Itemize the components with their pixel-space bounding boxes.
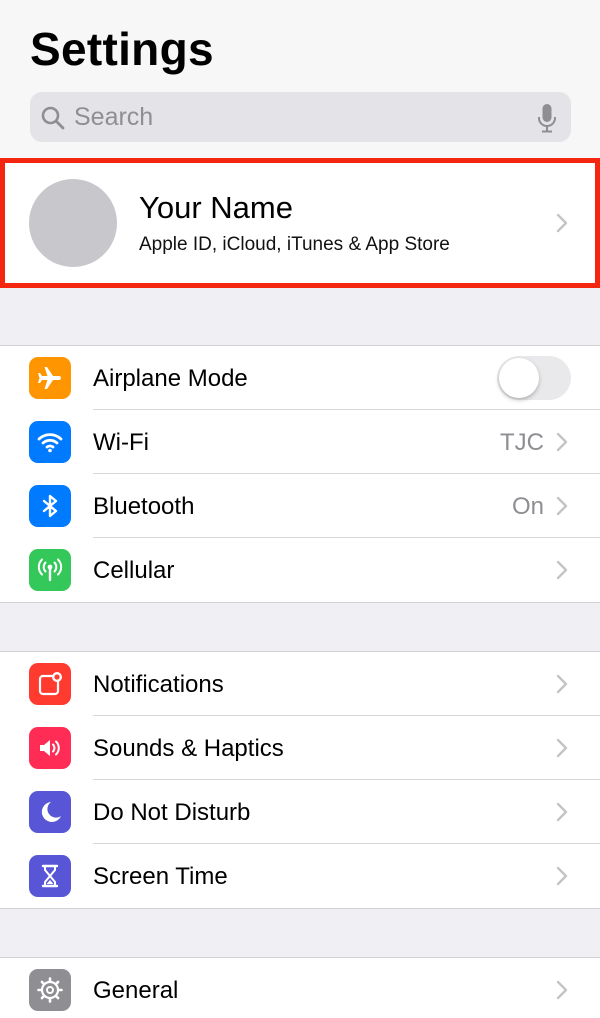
notifications-group: Notifications Sounds & Haptics Do Not Di… bbox=[0, 651, 600, 909]
hourglass-icon bbox=[29, 855, 71, 897]
connectivity-group: Airplane Mode Wi-Fi TJC Bluetooth On Cel… bbox=[0, 345, 600, 603]
microphone-icon[interactable] bbox=[537, 103, 557, 133]
airplane-icon bbox=[29, 357, 71, 399]
profile-subtitle: Apple ID, iCloud, iTunes & App Store bbox=[139, 234, 450, 255]
row-label: Airplane Mode bbox=[93, 365, 248, 392]
row-label: Sounds & Haptics bbox=[93, 735, 284, 762]
chevron-right-icon bbox=[556, 213, 568, 233]
wifi-icon bbox=[29, 421, 71, 463]
settings-row-general[interactable]: General bbox=[0, 958, 600, 1018]
row-label: Do Not Disturb bbox=[93, 799, 251, 826]
page-title: Settings bbox=[30, 23, 214, 75]
row-label: General bbox=[93, 977, 179, 1004]
row-label: Bluetooth bbox=[93, 493, 195, 520]
gear-icon bbox=[29, 969, 71, 1011]
row-label: Cellular bbox=[93, 557, 175, 584]
toggle-knob bbox=[499, 358, 539, 398]
settings-row-bluetooth[interactable]: Bluetooth On bbox=[0, 474, 600, 538]
chevron-right-icon bbox=[556, 432, 568, 452]
apple-id-profile-row[interactable]: Your Name Apple ID, iCloud, iTunes & App… bbox=[0, 158, 600, 288]
profile-name: Your Name bbox=[139, 190, 293, 225]
chevron-right-icon bbox=[556, 802, 568, 822]
speaker-icon bbox=[29, 727, 71, 769]
settings-row-sounds-haptics[interactable]: Sounds & Haptics bbox=[0, 716, 600, 780]
search-placeholder: Search bbox=[74, 103, 154, 131]
airplane-mode-toggle[interactable] bbox=[497, 356, 571, 400]
avatar bbox=[29, 179, 117, 267]
row-label: Screen Time bbox=[93, 863, 228, 890]
moon-icon bbox=[29, 791, 71, 833]
chevron-right-icon bbox=[556, 674, 568, 694]
settings-row-cellular[interactable]: Cellular bbox=[0, 538, 600, 602]
chevron-right-icon bbox=[556, 560, 568, 580]
chevron-right-icon bbox=[556, 496, 568, 516]
settings-row-airplane-mode[interactable]: Airplane Mode bbox=[0, 346, 600, 410]
header: Settings Search bbox=[0, 0, 600, 158]
bluetooth-status-value: On bbox=[511, 493, 544, 520]
chevron-right-icon bbox=[556, 980, 568, 1000]
chevron-right-icon bbox=[556, 866, 568, 886]
settings-row-wifi[interactable]: Wi-Fi TJC bbox=[0, 410, 600, 474]
general-group: General bbox=[0, 957, 600, 1018]
wifi-network-value: TJC bbox=[500, 429, 544, 456]
bluetooth-icon bbox=[29, 485, 71, 527]
cellular-icon bbox=[29, 549, 71, 591]
search-icon bbox=[41, 106, 65, 130]
search-input[interactable]: Search bbox=[30, 92, 571, 142]
chevron-right-icon bbox=[556, 738, 568, 758]
settings-row-screen-time[interactable]: Screen Time bbox=[0, 844, 600, 908]
settings-row-notifications[interactable]: Notifications bbox=[0, 652, 600, 716]
settings-row-do-not-disturb[interactable]: Do Not Disturb bbox=[0, 780, 600, 844]
row-label: Wi-Fi bbox=[93, 429, 149, 456]
notifications-icon bbox=[29, 663, 71, 705]
row-label: Notifications bbox=[93, 671, 224, 698]
